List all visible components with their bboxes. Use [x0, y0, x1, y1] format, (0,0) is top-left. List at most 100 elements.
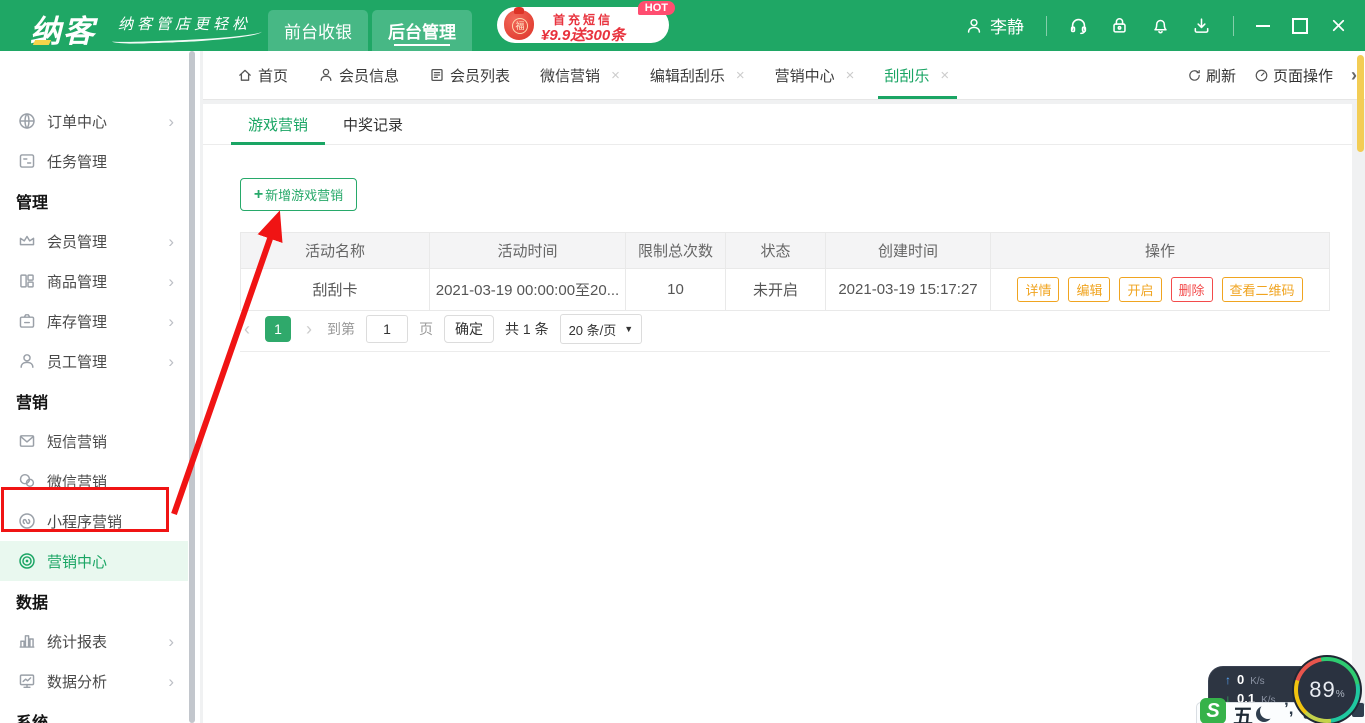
- gauge-icon: [1255, 69, 1268, 81]
- chevron-right-icon: ›: [168, 231, 174, 251]
- sidebar-section-marketing: 营销: [16, 395, 49, 412]
- divider: [240, 351, 1330, 352]
- support-button[interactable]: [1069, 16, 1088, 35]
- cell-status: 未开启: [726, 269, 826, 311]
- tab-member-list[interactable]: 会员列表: [429, 51, 510, 99]
- lock-button[interactable]: [1110, 16, 1129, 35]
- enable-button[interactable]: 开启: [1119, 277, 1162, 302]
- close-icon: [1332, 19, 1345, 32]
- next-page-button[interactable]: ›: [302, 319, 316, 340]
- chevron-right-icon: ›: [168, 111, 174, 131]
- edit-button[interactable]: 编辑: [1068, 277, 1111, 302]
- page-tabs-bar: 首页 会员信息 会员列表 微信营销 × 编辑刮刮乐 × 营销中心 × 刮刮乐 ×…: [203, 51, 1365, 100]
- moon-icon[interactable]: [1260, 703, 1276, 719]
- tab-game-marketing[interactable]: 游戏营销: [231, 104, 325, 145]
- tab-scratch-card[interactable]: 刮刮乐 ×: [878, 51, 957, 99]
- nav-backend-admin[interactable]: 后台管理: [372, 10, 472, 51]
- report-icon: [19, 635, 35, 648]
- tab-edit-scratch[interactable]: 编辑刮刮乐 ×: [650, 51, 745, 99]
- cell-activity-name: 刮刮卡: [240, 269, 430, 311]
- cell-activity-time: 2021-03-19 00:00:00至20...: [430, 269, 626, 311]
- cell-created-time: 2021-03-19 15:17:27: [826, 269, 991, 311]
- activity-table: 活动名称 活动时间 限制总次数 状态 创建时间 操作 刮刮卡 2021-03-1…: [240, 232, 1330, 311]
- download-button[interactable]: [1192, 16, 1211, 35]
- tab-home[interactable]: 首页: [237, 51, 288, 99]
- analysis-icon: [19, 674, 35, 689]
- add-game-marketing-button[interactable]: + 新增游戏营销: [240, 178, 357, 211]
- promo-banner[interactable]: 福 首充短信 ¥9.9送300条 HOT: [497, 1, 675, 44]
- hot-badge: HOT: [637, 1, 675, 15]
- maximize-button[interactable]: [1292, 17, 1308, 34]
- chevron-right-icon: ›: [168, 631, 174, 651]
- punctuation-mode-icon[interactable]: ’,: [1284, 699, 1293, 719]
- minimize-button[interactable]: [1256, 24, 1270, 27]
- table-row: 刮刮卡 2021-03-19 00:00:00至20... 10 未开启 202…: [240, 269, 1330, 311]
- sidebar-item-data-analysis[interactable]: 数据分析 ›: [0, 661, 188, 701]
- app-slogan: 纳客管店更轻松: [118, 16, 252, 33]
- caret-down-icon: ▼: [624, 324, 634, 334]
- refresh-button[interactable]: 刷新: [1187, 65, 1236, 86]
- logo-accent: [32, 40, 52, 45]
- topbar-right: 李静: [965, 0, 1347, 51]
- col-header-created-time: 创建时间: [826, 232, 991, 269]
- ime-mode-indicator[interactable]: 五: [1233, 700, 1253, 723]
- nav-front-cashier[interactable]: 前台收银: [268, 10, 368, 51]
- active-nav-underline: [394, 44, 450, 46]
- close-tab-icon[interactable]: ×: [940, 67, 949, 84]
- sidebar-item-staff-management[interactable]: 员工管理 ›: [0, 341, 188, 381]
- close-tab-icon[interactable]: ×: [846, 67, 855, 84]
- topbar: 纳客 纳客管店更轻松 前台收银 后台管理 福 首充短信 ¥9.9送300条 HO…: [0, 0, 1365, 51]
- chevron-right-icon: ›: [168, 671, 174, 691]
- tab-wechat-marketing[interactable]: 微信营销 ×: [540, 51, 620, 99]
- goto-page-input[interactable]: [366, 315, 408, 343]
- sidebar-item-task-management[interactable]: 任务管理: [0, 141, 188, 181]
- tab-member-info[interactable]: 会员信息: [318, 51, 399, 99]
- close-button[interactable]: [1330, 17, 1347, 34]
- ime-logo[interactable]: S: [1200, 698, 1226, 723]
- promo-line2: ¥9.9送300条: [541, 27, 626, 44]
- sidebar-item-marketing-center[interactable]: 营销中心: [0, 541, 188, 581]
- user-menu[interactable]: 李静: [965, 13, 1024, 38]
- sidebar-item-goods-management[interactable]: 商品管理 ›: [0, 261, 188, 301]
- home-icon: [239, 69, 251, 81]
- side-scrollbar-thumb[interactable]: [1357, 55, 1364, 152]
- member-icon: [320, 68, 332, 82]
- bell-icon: [1154, 19, 1167, 34]
- sidebar-item-sms-marketing[interactable]: 短信营销: [0, 421, 188, 461]
- tab-marketing-center[interactable]: 营销中心 ×: [775, 51, 855, 99]
- cell-limit-count: 10: [626, 269, 726, 311]
- view-qrcode-button[interactable]: 查看二维码: [1221, 277, 1303, 302]
- prev-page-button[interactable]: ‹: [240, 319, 254, 340]
- battery-widget[interactable]: 89 %: [1292, 655, 1362, 723]
- table-header-row: 活动名称 活动时间 限制总次数 状态 创建时间 操作: [240, 232, 1330, 269]
- staff-icon: [20, 354, 34, 369]
- page-tabs: 首页 会员信息 会员列表 微信营销 × 编辑刮刮乐 × 营销中心 × 刮刮乐 ×: [203, 51, 957, 99]
- confirm-page-button[interactable]: 确定: [444, 315, 494, 343]
- sidebar-item-member-management[interactable]: 会员管理 ›: [0, 221, 188, 261]
- close-tab-icon[interactable]: ×: [736, 67, 745, 84]
- task-icon: [19, 154, 35, 168]
- sidebar-item-order-center[interactable]: 订单中心 ›: [0, 101, 188, 141]
- panel-tabs: 游戏营销 中奖记录: [203, 104, 1352, 145]
- target-icon: [19, 553, 35, 569]
- sidebar-section-management: 管理: [16, 195, 49, 212]
- chevron-right-icon: ›: [168, 271, 174, 291]
- sidebar-item-statistics-report[interactable]: 统计报表 ›: [0, 621, 188, 661]
- page-size-select[interactable]: 20 条/页 ▼: [559, 314, 643, 344]
- current-page-button[interactable]: 1: [265, 316, 291, 342]
- page-actions-button[interactable]: 页面操作: [1254, 65, 1333, 86]
- close-tab-icon[interactable]: ×: [611, 67, 620, 84]
- upload-speed: 0: [1237, 672, 1245, 687]
- delete-button[interactable]: 删除: [1170, 277, 1213, 302]
- col-header-status: 状态: [726, 232, 826, 269]
- page-actions-area: 刷新 页面操作 ›: [1187, 51, 1357, 99]
- sidebar: 订单中心 › 任务管理 管理 会员管理 › 商品管理 › 库存管理 › 员工管理…: [0, 51, 200, 723]
- sidebar-item-inventory-management[interactable]: 库存管理 ›: [0, 301, 188, 341]
- detail-button[interactable]: 详情: [1017, 277, 1060, 302]
- col-header-activity-time: 活动时间: [430, 232, 626, 269]
- col-header-activity-name: 活动名称: [240, 232, 430, 269]
- tab-winning-records[interactable]: 中奖记录: [325, 104, 421, 144]
- username: 李静: [990, 18, 1024, 37]
- sidebar-scrollbar[interactable]: [189, 51, 195, 723]
- notifications-button[interactable]: [1151, 16, 1170, 35]
